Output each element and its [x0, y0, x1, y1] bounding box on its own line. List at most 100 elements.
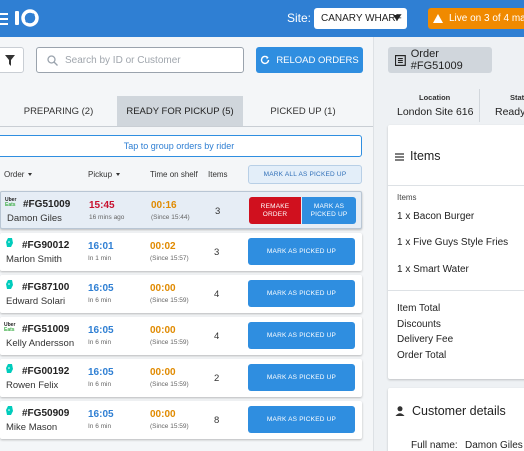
reload-orders-button[interactable]: RELOAD ORDERS	[256, 47, 363, 73]
tab-ready-for-pickup[interactable]: READY FOR PICKUP (5)	[117, 96, 243, 127]
tabs-divider	[0, 126, 373, 127]
menu-icon[interactable]	[0, 10, 8, 26]
remake-order-label: REMAKE ORDER	[260, 202, 290, 218]
mark-picked-up-button[interactable]: MARK AS PICKED UP	[248, 406, 355, 433]
items-count: 8	[214, 415, 220, 426]
total-line: Delivery Fee	[397, 334, 454, 345]
receipt-icon	[395, 54, 406, 66]
mark-picked-up-button[interactable]: MARK AS PICKED UP	[248, 364, 355, 391]
mark-picked-up-label: MARK AS PICKED UP	[266, 416, 337, 423]
mark-picked-up-button[interactable]: MARK AS PICKED UP	[248, 322, 355, 349]
fullname-value: Damon Giles	[465, 440, 523, 451]
customer-name: Damon Giles	[7, 213, 62, 224]
column-header-label: Time on shelf	[150, 170, 198, 179]
filter-button[interactable]	[0, 47, 24, 73]
info-divider	[479, 89, 480, 122]
pickup-relative: In 1 min	[88, 255, 112, 262]
pickup-relative: In 6 min	[88, 297, 112, 304]
order-id-label: Order #FG51009	[410, 48, 463, 72]
site-select[interactable]: CANARY WHARF	[314, 8, 407, 29]
list-icon	[395, 153, 404, 161]
shelf-since: (Since 15:57)	[150, 255, 189, 262]
order-id: #FG51009	[23, 199, 71, 210]
customer-card-title: Customer details	[412, 404, 506, 418]
group-by-rider-button[interactable]: Tap to group orders by rider	[0, 135, 362, 157]
mark-all-picked-up-button[interactable]: MARK ALL AS PICKED UP	[248, 165, 362, 184]
search-icon	[47, 55, 58, 66]
status-heading: Stat	[510, 93, 524, 102]
order-row[interactable]: #FG87100 Edward Solari 16:05 In 6 min 00…	[0, 275, 362, 313]
deliveroo-logo	[6, 280, 13, 289]
filter-icon	[5, 55, 15, 66]
shelf-time: 00:00	[150, 283, 176, 294]
customer-card: Customer details Full name: Damon Giles	[388, 388, 524, 451]
refresh-icon	[261, 55, 270, 65]
card-divider	[388, 290, 524, 291]
brand-logo	[14, 6, 40, 30]
warning-icon	[433, 14, 443, 23]
card-divider	[388, 185, 524, 186]
pickup-relative: In 6 min	[88, 381, 112, 388]
column-header-label: Items	[208, 170, 228, 179]
order-id-tag: Order #FG51009	[388, 47, 492, 73]
status-value: Ready a	[495, 106, 524, 118]
pickup-time: 16:05	[88, 409, 114, 420]
shelf-since: (Since 15:59)	[150, 423, 189, 430]
column-header-pickup[interactable]: Pickup	[88, 170, 121, 179]
column-header-order[interactable]: Order	[4, 170, 33, 179]
order-row[interactable]: #FG90012 Marlon Smith 16:01 In 1 min 00:…	[0, 233, 362, 271]
mark-picked-up-label: MARK AS PICKED UP	[266, 332, 337, 339]
mark-picked-up-button[interactable]: MARK AS PICKED UP	[248, 280, 355, 307]
order-id: #FG87100	[22, 282, 70, 293]
live-status-badge[interactable]: Live on 3 of 4 mark	[428, 8, 524, 29]
remake-order-button[interactable]: REMAKE ORDER	[249, 197, 301, 224]
order-row[interactable]: #FG00192 Rowen Felix 16:05 In 6 min 00:0…	[0, 359, 362, 397]
order-row[interactable]: #FG50909 Mike Mason 16:05 In 6 min 00:00…	[0, 401, 362, 439]
order-id: #FG50909	[22, 408, 70, 419]
shelf-since: (Since 15:59)	[150, 339, 189, 346]
mark-picked-up-button[interactable]: MARK AS PICKED UP	[302, 197, 356, 224]
pickup-relative: In 6 min	[88, 339, 112, 346]
mark-picked-up-label: MARK AS PICKED UP	[266, 290, 337, 297]
sort-down-icon	[116, 173, 121, 177]
order-row[interactable]: Uber Eats #FG51009 Damon Giles 15:45 16 m…	[0, 191, 362, 229]
customer-name: Mike Mason	[6, 422, 58, 433]
tab-preparing[interactable]: PREPARING (2)	[0, 96, 117, 127]
status-tabs: PREPARING (2) READY FOR PICKUP (5) PICKE…	[0, 96, 373, 127]
pickup-time: 16:01	[88, 241, 114, 252]
shelf-time: 00:00	[150, 367, 176, 378]
mark-picked-up-label: MARK AS PICKED UP	[266, 374, 337, 381]
tab-label: PICKED UP (1)	[270, 106, 336, 117]
top-bar: Site: CANARY WHARF Live on 3 of 4 mark	[0, 0, 524, 37]
shelf-time: 00:00	[150, 409, 176, 420]
items-count: 3	[214, 247, 220, 258]
order-row[interactable]: Uber Eats #FG51009 Kelly Andersson 16:05 …	[0, 317, 362, 355]
group-by-rider-label: Tap to group orders by rider	[123, 141, 235, 151]
pickup-time: 16:05	[88, 283, 114, 294]
pickup-time: 15:45	[89, 200, 115, 211]
search-input[interactable]: Search by ID or Customer	[36, 47, 244, 73]
customer-name: Kelly Andersson	[6, 338, 75, 349]
mark-picked-up-button[interactable]: MARK AS PICKED UP	[248, 238, 355, 265]
total-line: Order Total	[397, 350, 447, 361]
shelf-time: 00:02	[150, 241, 176, 252]
pickup-time: 16:05	[88, 367, 114, 378]
customer-name: Marlon Smith	[6, 254, 62, 265]
mark-picked-up-label: MARK AS PICKED UP	[310, 202, 348, 218]
order-id: #FG90012	[22, 240, 70, 251]
tab-label: READY FOR PICKUP (5)	[126, 106, 234, 117]
mark-picked-up-label: MARK AS PICKED UP	[266, 248, 337, 255]
customer-name: Rowen Felix	[6, 380, 59, 391]
shelf-time: 00:16	[151, 200, 177, 211]
items-card: Items Items 1 x Bacon Burger 1 x Five Gu…	[388, 125, 524, 379]
customer-name: Edward Solari	[6, 296, 66, 307]
items-heading: Items	[397, 193, 417, 202]
deliveroo-logo	[6, 238, 13, 247]
shelf-since: (Since 15:59)	[150, 297, 189, 304]
uber-eats-logo: Uber Eats	[5, 197, 17, 208]
order-detail-panel: Order #FG51009 Location London Site 616 …	[373, 37, 524, 451]
location-heading: Location	[419, 93, 451, 102]
items-count: 3	[215, 206, 221, 217]
tab-picked-up[interactable]: PICKED UP (1)	[243, 96, 363, 127]
shelf-since: (Since 15:44)	[151, 214, 190, 221]
